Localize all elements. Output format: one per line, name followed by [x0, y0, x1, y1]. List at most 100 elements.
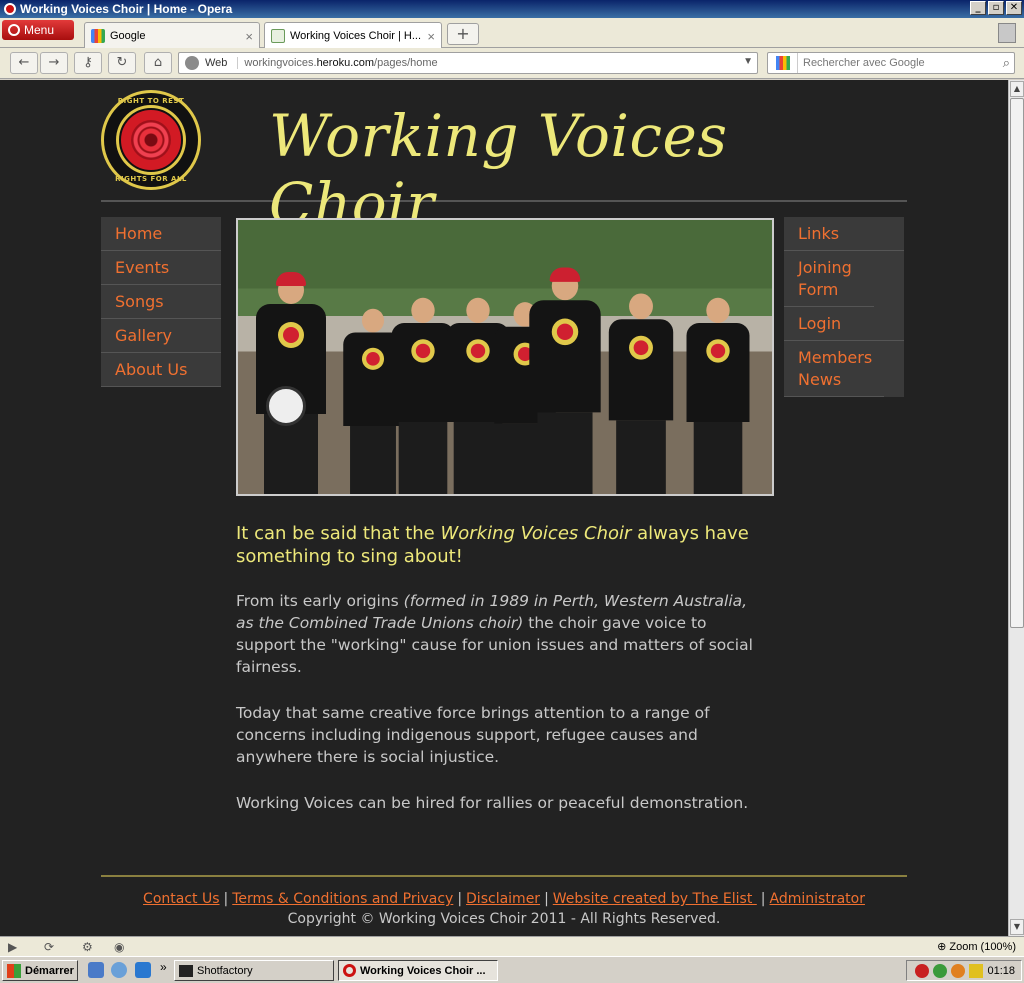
opera-o-icon — [8, 24, 20, 36]
window-title-bar: Working Voices Choir | Home - Opera _ ▫ … — [0, 0, 1024, 18]
address-bar[interactable]: Web workingvoices.heroku.com/pages/home … — [178, 52, 758, 74]
quicklaunch-media-icon[interactable] — [111, 962, 127, 978]
clock: 01:18 — [987, 964, 1015, 977]
navigation-bar: ← → ⚷ ↻ ⌂ Web workingvoices.heroku.com/p… — [0, 48, 1024, 79]
task-opera[interactable]: Working Voices Choir ... — [338, 960, 498, 981]
trash-icon[interactable] — [998, 23, 1016, 43]
main-content: It can be said that the Working Voices C… — [236, 522, 756, 838]
emblem-inner — [119, 108, 183, 172]
turbo-icon[interactable]: ◉ — [114, 940, 128, 954]
nav-item-gallery[interactable]: Gallery — [101, 319, 221, 353]
paragraph-concerns: Today that same creative force brings at… — [236, 704, 710, 766]
search-box[interactable]: Rechercher avec Google ⌕ — [767, 52, 1015, 74]
nav-item-members-news[interactable]: Members News — [784, 341, 884, 397]
windows-taskbar: Démarrer » Shotfactory Working Voices Ch… — [0, 956, 1024, 983]
nav-item-login[interactable]: Login — [784, 307, 904, 341]
home-button[interactable]: ⌂ — [144, 52, 172, 74]
footer-separator: | — [457, 891, 463, 907]
scroll-thumb[interactable] — [1010, 98, 1024, 628]
system-tray: 01:18 — [906, 960, 1022, 981]
maximize-button[interactable]: ▫ — [988, 1, 1004, 15]
scroll-down-icon[interactable]: ▼ — [1010, 919, 1024, 935]
site-header: RIGHT TO REST RIGHTS FOR ALL Working Voi… — [101, 80, 907, 238]
tab-bar: Menu Google × Working Voices Choir | H..… — [0, 18, 1024, 48]
close-tab-icon[interactable]: × — [245, 29, 253, 44]
opera-icon — [343, 964, 356, 977]
shield-icon[interactable] — [915, 963, 930, 978]
nav-item-home[interactable]: Home — [101, 217, 221, 251]
address-dropdown-icon[interactable]: ▼ — [743, 56, 753, 67]
windows-flag-icon — [7, 963, 21, 978]
reload-button[interactable]: ↻ — [108, 52, 136, 74]
minimize-button[interactable]: _ — [970, 1, 986, 15]
forward-button[interactable]: → — [40, 52, 68, 74]
nav-item-joining-form[interactable]: Joining Form — [784, 251, 874, 307]
quicklaunch-ie-icon[interactable] — [135, 962, 151, 978]
scroll-up-icon[interactable]: ▲ — [1010, 81, 1024, 97]
footer-link-credits[interactable]: Website created by The Elist — [553, 891, 757, 907]
page-scrollbar[interactable]: ▲ ▼ — [1008, 80, 1024, 936]
page-favicon-icon — [271, 28, 285, 43]
task-label: Shotfactory — [197, 964, 253, 977]
footer-link-terms[interactable]: Terms & Conditions and Privacy — [232, 891, 453, 907]
back-button[interactable]: ← — [10, 52, 38, 74]
status-bar: ▶ ⟳ ⚙ ◉ ⊕ Zoom (100%) — [0, 936, 1024, 956]
quicklaunch-desktop-icon[interactable] — [88, 962, 104, 978]
rose-icon — [131, 120, 171, 160]
tab-label: Google — [110, 29, 146, 42]
footer-link-contact[interactable]: Contact Us — [143, 891, 219, 907]
start-button[interactable]: Démarrer — [2, 960, 78, 981]
new-tab-button[interactable]: + — [447, 23, 479, 45]
task-shotfactory[interactable]: Shotfactory — [174, 960, 334, 981]
update-icon[interactable] — [951, 963, 966, 978]
emblem-text-bottom: RIGHTS FOR ALL — [115, 175, 187, 183]
close-window-button[interactable]: ✕ — [1006, 1, 1022, 15]
para1-before: From its early origins — [236, 592, 404, 610]
footer-link-disclaimer[interactable]: Disclaimer — [466, 891, 540, 907]
choir-emblem-logo[interactable]: RIGHT TO REST RIGHTS FOR ALL — [101, 90, 201, 190]
zoom-level[interactable]: ⊕ Zoom (100%) — [937, 940, 1016, 953]
task-label: Working Voices Choir ... — [360, 964, 486, 977]
sync-icon[interactable]: ⟳ — [44, 940, 58, 954]
back-arrow-icon: ← — [18, 55, 30, 70]
close-tab-icon[interactable]: × — [427, 29, 435, 44]
url-prefix: workingvoices. — [244, 57, 317, 69]
right-nav: Links Joining Form Login Members News — [784, 217, 904, 397]
quicklaunch-more-icon[interactable]: » — [160, 960, 167, 974]
tab-working-voices[interactable]: Working Voices Choir | H... × — [264, 22, 442, 48]
search-engine-selector[interactable] — [768, 53, 798, 73]
unite-icon[interactable]: ⚙ — [82, 940, 96, 954]
choir-photo — [236, 218, 774, 496]
lead-text: It can be said that the Working Voices C… — [236, 522, 756, 568]
address-scheme-label: Web — [205, 57, 239, 69]
nav-item-events[interactable]: Events — [101, 251, 221, 285]
panel-toggle-icon[interactable]: ▶ — [8, 940, 22, 954]
search-icon[interactable]: ⌕ — [1003, 55, 1010, 71]
window-controls: _ ▫ ✕ — [970, 1, 1022, 15]
site-page: RIGHT TO REST RIGHTS FOR ALL Working Voi… — [101, 80, 907, 927]
tab-google[interactable]: Google × — [84, 22, 260, 48]
emblem-text-top: RIGHT TO REST — [117, 97, 185, 105]
paragraph-origins: From its early origins (formed in 1989 i… — [236, 590, 756, 678]
address-url[interactable]: workingvoices.heroku.com/pages/home — [244, 57, 437, 69]
opera-menu-button[interactable]: Menu — [2, 20, 74, 40]
nav-item-songs[interactable]: Songs — [101, 285, 221, 319]
lead-before: It can be said that the — [236, 523, 441, 544]
zoom-icon: ⊕ — [937, 941, 950, 953]
forward-arrow-icon: → — [48, 55, 60, 70]
google-icon — [775, 56, 790, 70]
footer-separator: | — [223, 891, 229, 907]
opera-logo-icon — [4, 3, 16, 15]
nav-item-about-us[interactable]: About Us — [101, 353, 221, 387]
key-icon: ⚷ — [83, 55, 93, 70]
wand-button[interactable]: ⚷ — [74, 52, 102, 74]
network-icon[interactable] — [933, 963, 948, 978]
zoom-label: Zoom (100%) — [949, 941, 1016, 953]
home-icon: ⌂ — [153, 55, 163, 70]
warning-icon[interactable] — [969, 963, 984, 978]
google-favicon-icon — [91, 28, 105, 43]
console-icon — [179, 964, 193, 977]
nav-item-links[interactable]: Links — [784, 217, 904, 251]
url-path: /pages/home — [374, 57, 438, 69]
footer-link-administrator[interactable]: Administrator — [770, 891, 865, 907]
